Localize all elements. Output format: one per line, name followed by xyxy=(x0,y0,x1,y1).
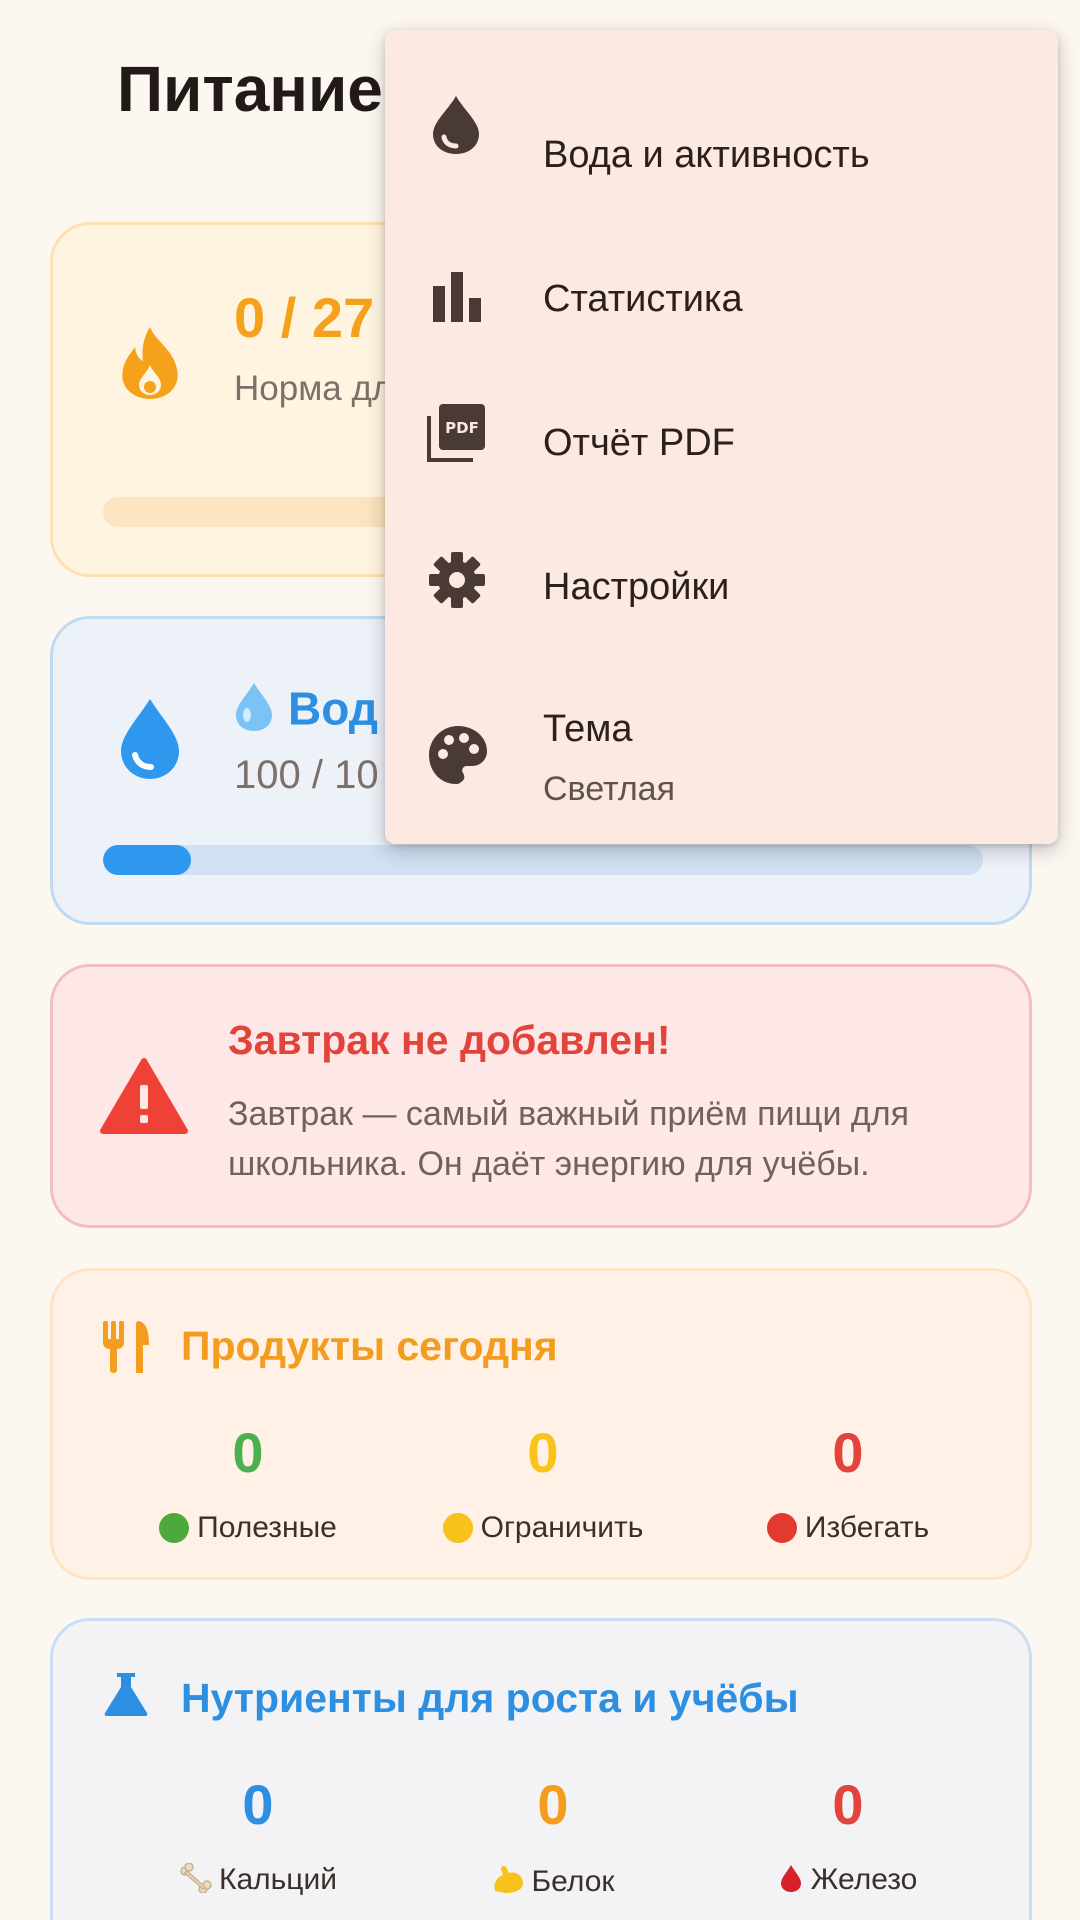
blood-drop-icon xyxy=(779,1863,803,1901)
products-title: Продукты сегодня xyxy=(181,1323,558,1369)
water-title: Вод xyxy=(234,681,378,744)
products-card[interactable]: Продукты сегодня 0 Полезные 0 Ограничить… xyxy=(50,1268,1032,1580)
alert-title: Завтрак не добавлен! xyxy=(228,1017,671,1063)
red-circle-icon xyxy=(766,1513,797,1543)
water-drop-icon xyxy=(431,94,481,161)
menu-item-water-activity[interactable]: Вода и активность xyxy=(385,86,1058,226)
nutrients-card[interactable]: Нутриенты для роста и учёбы 0 Кальций 0 … xyxy=(50,1618,1032,1920)
breakfast-alert-card[interactable]: Завтрак не добавлен! Завтрак — самый важ… xyxy=(50,964,1032,1228)
yellow-circle-icon xyxy=(442,1513,473,1543)
stat-iron: 0 Железо xyxy=(693,1773,1003,1901)
stat-protein-value: 0 xyxy=(537,1773,569,1836)
alert-text: Завтрак — самый важный приём пищи для шк… xyxy=(228,1095,910,1183)
stat-calcium-value: 0 xyxy=(242,1773,274,1836)
gear-icon xyxy=(427,550,487,615)
stat-healthy-value: 0 xyxy=(232,1421,264,1484)
nutrients-title: Нутриенты для роста и учёбы xyxy=(181,1675,799,1721)
palette-icon xyxy=(427,724,489,791)
stat-calcium: 0 Кальций xyxy=(103,1773,413,1901)
overflow-menu: Вода и активность Статистика PDF Отчёт P… xyxy=(385,30,1058,844)
menu-item-label: Отчёт PDF xyxy=(543,422,735,464)
stat-protein-label: Белок xyxy=(531,1865,615,1898)
stat-healthy: 0 Полезные xyxy=(93,1421,403,1545)
water-progress-fill xyxy=(103,845,191,875)
bone-icon xyxy=(179,1862,213,1901)
stat-avoid-value: 0 xyxy=(832,1421,864,1484)
green-circle-icon xyxy=(159,1513,190,1543)
menu-item-label: Тема xyxy=(543,708,633,750)
page-title: Питание xyxy=(117,53,383,125)
svg-text:PDF: PDF xyxy=(445,419,479,437)
warning-icon xyxy=(99,1057,189,1140)
menu-item-theme[interactable]: Тема Светлая xyxy=(385,662,1058,822)
stat-calcium-label: Кальций xyxy=(219,1863,337,1896)
stat-limit-label: Ограничить xyxy=(480,1511,644,1544)
menu-item-settings[interactable]: Настройки xyxy=(385,518,1058,658)
flask-icon xyxy=(103,1671,149,1722)
stat-iron-label: Железо xyxy=(810,1863,918,1896)
water-progress-bar xyxy=(103,845,983,875)
stat-limit-value: 0 xyxy=(527,1421,559,1484)
flexed-biceps-icon xyxy=(491,1863,525,1903)
menu-item-label: Вода и активность xyxy=(543,134,870,176)
stat-iron-value: 0 xyxy=(832,1773,864,1836)
calories-value: 0 / 27 xyxy=(234,286,375,349)
water-title-text: Вод xyxy=(288,682,378,735)
menu-item-label: Настройки xyxy=(543,566,730,608)
menu-item-sublabel: Светлая xyxy=(543,770,675,808)
menu-item-statistics[interactable]: Статистика xyxy=(385,230,1058,370)
water-value: 100 / 10 xyxy=(234,753,379,797)
stat-avoid-label: Избегать xyxy=(804,1511,930,1544)
stat-healthy-label: Полезные xyxy=(197,1511,337,1544)
menu-item-pdf-report[interactable]: PDF Отчёт PDF xyxy=(385,374,1058,514)
droplet-emoji-icon xyxy=(234,681,274,744)
stat-avoid: 0 Избегать xyxy=(693,1421,1003,1545)
bar-chart-icon xyxy=(431,270,483,327)
stat-limit: 0 Ограничить xyxy=(388,1421,698,1545)
stat-protein: 0 Белок xyxy=(398,1773,708,1903)
cutlery-icon xyxy=(101,1319,153,1380)
flame-icon xyxy=(117,325,183,406)
menu-item-label: Статистика xyxy=(543,278,743,320)
pdf-icon: PDF xyxy=(425,402,487,469)
water-drop-icon xyxy=(117,697,183,786)
